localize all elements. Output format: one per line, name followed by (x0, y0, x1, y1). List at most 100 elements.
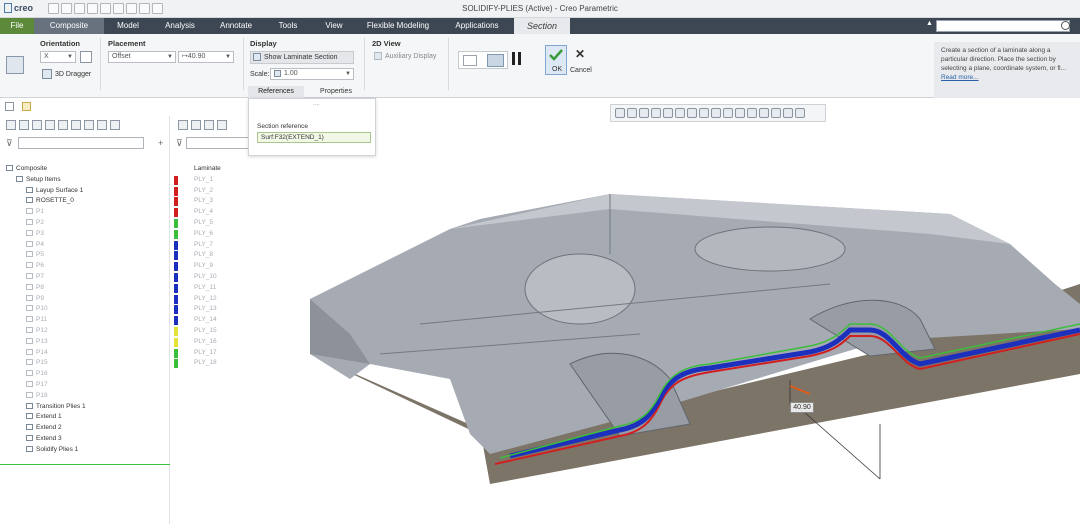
zoom-in-icon[interactable] (627, 108, 637, 118)
tree-item[interactable]: P14 (6, 348, 166, 359)
folder-icon[interactable] (22, 102, 31, 111)
tree-item[interactable]: Transition Plies 1 (6, 402, 166, 413)
ply-row[interactable]: PLY_11 (172, 283, 308, 294)
tab-tools[interactable]: Tools (264, 18, 312, 34)
columns-icon[interactable] (45, 120, 55, 130)
ply-table-icon[interactable] (217, 120, 227, 130)
ply-row[interactable]: PLY_7 (172, 240, 308, 251)
expand-icon[interactable] (97, 120, 107, 130)
pause-icon[interactable] (512, 52, 515, 65)
tree-item[interactable]: Extend 2 (6, 423, 166, 434)
tab-applications[interactable]: Applications (440, 18, 514, 34)
repaint-icon[interactable] (651, 108, 661, 118)
tree-item[interactable]: Solidify Plies 1 (6, 445, 166, 456)
cancel-button[interactable]: Cancel (570, 67, 592, 74)
tree-settings-icon[interactable] (6, 120, 16, 130)
ply-row[interactable]: PLY_3 (172, 196, 308, 207)
list-icon[interactable] (84, 120, 94, 130)
ply-row[interactable]: PLY_4 (172, 207, 308, 218)
tree-item[interactable]: P3 (6, 229, 166, 240)
spin-center-icon[interactable] (759, 108, 769, 118)
annotation-display-icon[interactable] (771, 108, 781, 118)
settings-display-icon[interactable] (795, 108, 805, 118)
add-filter-icon[interactable]: + (158, 138, 163, 148)
direction-dropdown[interactable]: X ▼ (40, 51, 76, 63)
tree-item[interactable]: P6 (6, 261, 166, 272)
flip-direction-icon[interactable] (80, 51, 92, 63)
tree-item[interactable]: ROSETTE_0 (6, 196, 166, 207)
auxiliary-display-button[interactable]: Auxiliary Display (374, 52, 436, 60)
tree-toggle-icon[interactable] (5, 102, 14, 111)
ply-row[interactable]: PLY_14 (172, 315, 308, 326)
ply-row[interactable]: PLY_5 (172, 218, 308, 229)
tree-item[interactable]: P10 (6, 304, 166, 315)
tree-item[interactable]: Extend 3 (6, 434, 166, 445)
find-icon[interactable] (110, 120, 120, 130)
ply-row[interactable]: PLY_16 (172, 337, 308, 348)
ply-row[interactable]: PLY_1 (172, 175, 308, 186)
tab-flexible-modeling[interactable]: Flexible Modeling (356, 18, 440, 34)
tab-model[interactable]: Model (104, 18, 152, 34)
preview-icon[interactable] (487, 54, 504, 67)
tree-item[interactable]: P17 (6, 380, 166, 391)
zoom-out-icon[interactable] (639, 108, 649, 118)
tree-item[interactable]: Composite (6, 164, 166, 175)
ply-row[interactable]: PLY_13 (172, 304, 308, 315)
refit-icon[interactable] (615, 108, 625, 118)
ply-view-icon[interactable] (191, 120, 201, 130)
ply-row[interactable]: PLY_9 (172, 261, 308, 272)
tree-item[interactable]: P4 (6, 240, 166, 251)
ply-row[interactable]: PLY_10 (172, 272, 308, 283)
read-more-link[interactable]: Read more... (941, 73, 1073, 82)
graphics-viewport[interactable] (310, 124, 1080, 524)
tree-item[interactable]: P12 (6, 326, 166, 337)
tree-item[interactable]: P15 (6, 358, 166, 369)
tab-references[interactable]: References (248, 86, 304, 98)
tree-filter-input[interactable] (18, 137, 144, 149)
tree-item[interactable]: P13 (6, 337, 166, 348)
tree-item[interactable]: Setup Items (6, 175, 166, 186)
tab-file[interactable]: File (0, 18, 34, 34)
scale-field[interactable]: 1.00 ▼ (270, 68, 354, 80)
tab-annotate[interactable]: Annotate (208, 18, 264, 34)
tab-analysis[interactable]: Analysis (152, 18, 208, 34)
tree-item[interactable]: Layup Surface 1 (6, 186, 166, 197)
verify-icon[interactable] (463, 55, 477, 66)
ply-row[interactable]: PLY_8 (172, 250, 308, 261)
tree-item[interactable]: P1 (6, 207, 166, 218)
ply-row[interactable]: PLY_17 (172, 348, 308, 359)
laminate-header[interactable]: Laminate (172, 164, 308, 175)
cancel-icon[interactable]: ✕ (575, 47, 585, 61)
ok-button[interactable]: OK (545, 45, 567, 75)
sort-icon[interactable] (71, 120, 81, 130)
ply-row[interactable]: PLY_18 (172, 358, 308, 369)
tree-item[interactable]: P18 (6, 391, 166, 402)
ply-order-icon[interactable] (204, 120, 214, 130)
ply-row[interactable]: PLY_6 (172, 229, 308, 240)
filter-tree-icon[interactable] (58, 120, 68, 130)
tree-item[interactable]: P8 (6, 283, 166, 294)
tab-properties[interactable]: Properties (308, 86, 364, 98)
ply-row[interactable]: PLY_12 (172, 294, 308, 305)
laminate-settings-icon[interactable] (178, 120, 188, 130)
search-icon[interactable] (1061, 21, 1070, 30)
display-style-icon[interactable] (663, 108, 673, 118)
tree-item[interactable]: P2 (6, 218, 166, 229)
perspective-icon[interactable] (699, 108, 709, 118)
offset-dimension-label[interactable]: 40.90 (790, 402, 814, 413)
search-input[interactable] (936, 20, 1070, 32)
show-laminate-section-toggle[interactable]: Show Laminate Section (250, 51, 354, 64)
tree-item[interactable]: P16 (6, 369, 166, 380)
section-display-icon[interactable] (783, 108, 793, 118)
plane-display-icon[interactable] (711, 108, 721, 118)
view-manager-icon[interactable] (687, 108, 697, 118)
tree-item[interactable]: P5 (6, 250, 166, 261)
tree-item[interactable]: P11 (6, 315, 166, 326)
drag-handle[interactable]: .... (313, 101, 320, 107)
tree-item[interactable]: P9 (6, 294, 166, 305)
point-display-icon[interactable] (735, 108, 745, 118)
collapse-ribbon-icon[interactable]: ▲ (926, 20, 933, 27)
axis-display-icon[interactable] (723, 108, 733, 118)
tree-item[interactable]: P7 (6, 272, 166, 283)
tab-section[interactable]: Section (514, 18, 570, 34)
